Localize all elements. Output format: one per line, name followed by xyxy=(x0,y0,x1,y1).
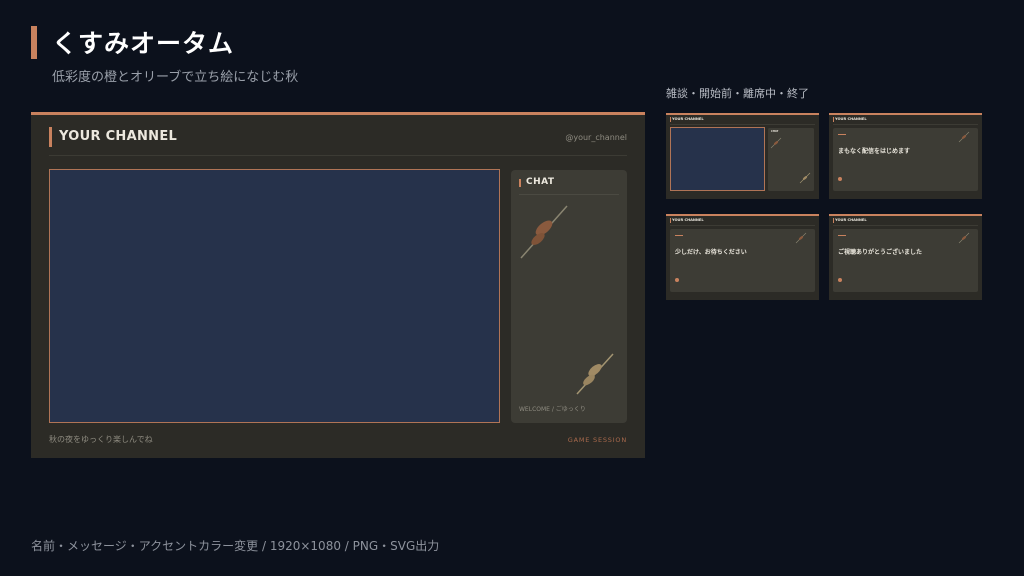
thumb-top-accent xyxy=(666,214,819,216)
maple-seed-icon xyxy=(576,353,614,395)
thumb-main-text: ご視聴ありがとうございました xyxy=(838,249,923,256)
page-subtitle: 低彩度の橙とオリーブで立ち絵になじむ秋 xyxy=(52,70,299,85)
thumbnail-chat-variant[interactable]: YOUR CHANNEL CHAT xyxy=(666,113,819,199)
thumb-message-card: 少しだけ、お待ちください xyxy=(670,229,815,292)
maple-seed-icon xyxy=(795,232,807,244)
thumbnail-starting-variant[interactable]: YOUR CHANNEL まもなく配信をはじめます xyxy=(829,113,982,199)
maple-seed-icon xyxy=(770,137,782,149)
header-divider xyxy=(49,155,627,156)
title-accent-bar xyxy=(31,26,37,59)
thumb-video-frame xyxy=(670,127,765,191)
thumb-divider xyxy=(670,124,815,125)
thumb-accent-bar xyxy=(833,117,834,122)
page-title: くすみオータム xyxy=(52,29,235,58)
video-frame xyxy=(49,169,500,423)
session-label: GAME SESSION xyxy=(567,436,627,444)
thumb-accent-bar xyxy=(833,218,834,223)
overlay-message: 秋の夜をゆっくり楽しんでね xyxy=(49,435,153,444)
thumb-chat-panel: CHAT xyxy=(768,128,814,191)
thumb-main-text: まもなく配信をはじめます xyxy=(838,148,911,155)
chat-divider xyxy=(519,194,619,195)
thumb-chat-title: CHAT xyxy=(771,130,779,133)
channel-handle: @your_channel xyxy=(565,133,627,142)
thumb-message-card: ご視聴ありがとうございました xyxy=(833,229,978,292)
thumb-accent-bar xyxy=(670,218,671,223)
variants-label: 雑談・開始前・離席中・終了 xyxy=(666,87,809,100)
thumb-top-accent xyxy=(666,113,819,115)
thumbnail-ending-variant[interactable]: YOUR CHANNEL ご視聴ありがとうございました xyxy=(829,214,982,300)
thumb-divider xyxy=(833,225,978,226)
thumb-card-accent xyxy=(675,235,683,236)
maple-seed-icon xyxy=(520,205,568,259)
thumb-dot xyxy=(675,278,679,282)
thumbnail-away-variant[interactable]: YOUR CHANNEL 少しだけ、お待ちください xyxy=(666,214,819,300)
chat-panel: CHAT WELCOME / ごゆっくり xyxy=(511,170,627,423)
thumb-top-accent xyxy=(829,113,982,115)
thumb-channel-name: YOUR CHANNEL xyxy=(672,117,704,121)
chat-accent-bar xyxy=(519,179,521,187)
thumb-accent-bar xyxy=(670,117,671,122)
feature-footer: 名前・メッセージ・アクセントカラー変更 / 1920×1080 / PNG・SV… xyxy=(31,539,440,553)
overlay-preview: YOUR CHANNEL @your_channel CHAT WELCOME … xyxy=(31,112,645,458)
preview-top-accent xyxy=(31,112,645,115)
thumb-dot xyxy=(838,278,842,282)
chat-welcome-text: WELCOME / ごゆっくり xyxy=(519,406,586,413)
thumb-card-accent xyxy=(838,134,846,135)
thumb-divider xyxy=(833,124,978,125)
maple-seed-icon xyxy=(958,232,970,244)
thumb-channel-name: YOUR CHANNEL xyxy=(835,218,867,222)
chat-title: CHAT xyxy=(526,177,555,187)
thumb-channel-name: YOUR CHANNEL xyxy=(672,218,704,222)
maple-seed-icon xyxy=(799,172,811,184)
thumb-main-text: 少しだけ、お待ちください xyxy=(675,249,747,256)
thumb-card-accent xyxy=(838,235,846,236)
channel-name: YOUR CHANNEL xyxy=(59,129,178,144)
channel-accent-bar xyxy=(49,127,52,147)
thumb-channel-name: YOUR CHANNEL xyxy=(835,117,867,121)
thumb-message-card: まもなく配信をはじめます xyxy=(833,128,978,191)
thumb-divider xyxy=(670,225,815,226)
maple-seed-icon xyxy=(958,131,970,143)
thumb-dot xyxy=(838,177,842,181)
thumb-top-accent xyxy=(829,214,982,216)
